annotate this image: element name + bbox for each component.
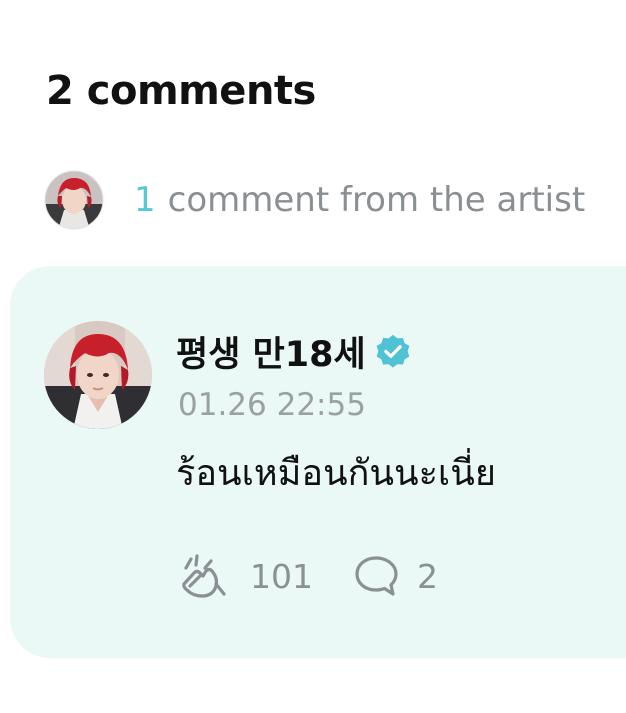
verified-badge-icon [376, 334, 410, 368]
artist-comments-filter[interactable]: 1 comment from the artist [44, 170, 585, 230]
comment-actions: 101 2 [176, 554, 438, 598]
artist-comment-count: 1 [134, 180, 156, 220]
artist-avatar [44, 170, 104, 230]
comment-text: ร้อนเหมือนกันนะเนี่ย [176, 453, 496, 494]
clap-icon [182, 554, 226, 598]
comments-count-heading: 2 comments [46, 68, 316, 114]
reply-count: 2 [417, 556, 438, 596]
comment-timestamp: 01.26 22:55 [178, 387, 366, 423]
comments-section: 2 comments 1 comment from the artist 평생 … [0, 0, 626, 713]
author-avatar[interactable] [43, 320, 153, 430]
like-count: 101 [250, 556, 313, 596]
comment-author-row: 평생 만18세 [176, 326, 412, 377]
like-button[interactable]: 101 [176, 554, 313, 598]
author-name[interactable]: 평생 만18세 [176, 326, 366, 377]
reply-button[interactable]: 2 [353, 554, 438, 598]
speech-bubble-icon [355, 556, 398, 596]
artist-comment-label: comment from the artist [167, 180, 586, 220]
